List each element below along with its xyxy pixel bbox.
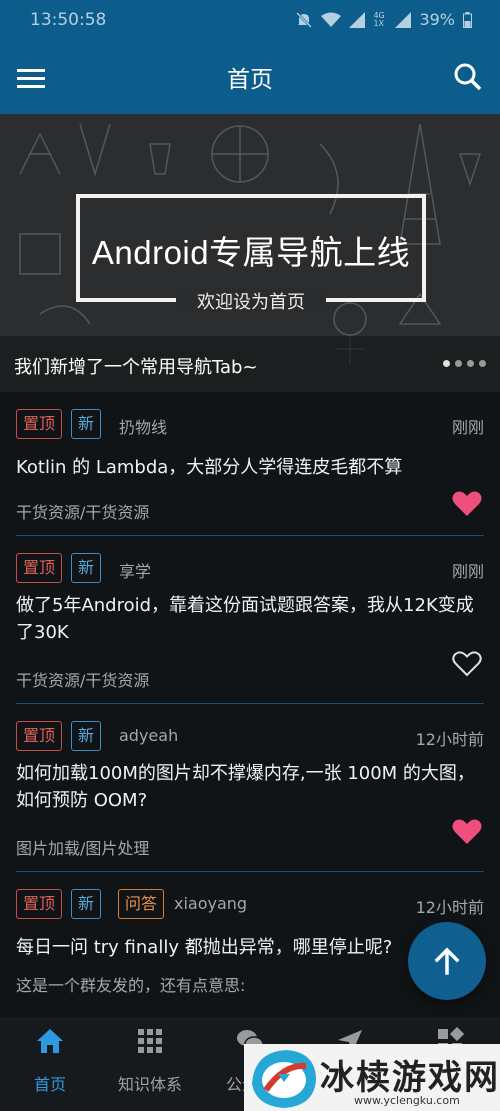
banner-subtitle: 欢迎设为首页: [176, 288, 326, 314]
status-time: 13:50:58: [30, 10, 107, 30]
tag-qa: 问答: [118, 889, 165, 919]
carousel-dot[interactable]: [467, 360, 474, 367]
arrow-up-icon: [434, 947, 460, 975]
home-icon: [37, 1029, 63, 1053]
carousel-dot[interactable]: [455, 360, 462, 367]
watermark-text: 冰椟游戏网: [320, 1058, 500, 1098]
carousel-dot[interactable]: [443, 360, 450, 367]
scroll-to-top-button[interactable]: [408, 922, 486, 1000]
wifi-icon: [321, 12, 342, 27]
article-author[interactable]: 享学: [119, 558, 151, 582]
signal-icon: [349, 11, 366, 28]
tag-pinned: 置顶: [16, 553, 63, 583]
heart-filled-icon[interactable]: [452, 818, 482, 846]
banner-caption: 我们新增了一个常用导航Tab~: [14, 357, 258, 378]
app-bar: 首页: [0, 42, 500, 114]
nav-label: 首页: [33, 1075, 66, 1094]
heart-filled-icon[interactable]: [452, 490, 482, 518]
search-icon: [454, 63, 482, 91]
banner-headline: Android专属导航上线: [91, 234, 411, 271]
article-title[interactable]: 做了5年Android，靠着这份面试题跟答案，我从12K变成了30K: [16, 592, 490, 646]
tag-new: 新: [71, 721, 102, 751]
battery-icon: [463, 11, 472, 28]
tag-new: 新: [71, 553, 102, 583]
nav-home[interactable]: 首页: [0, 1027, 100, 1097]
article-time: 12小时前: [415, 898, 484, 917]
status-icons: 4G 1X 39%: [295, 10, 472, 29]
tag-pinned: 置顶: [16, 889, 63, 919]
article-category[interactable]: 干货资源/干货资源: [16, 667, 149, 691]
signal-icon-2: [395, 11, 412, 28]
tag-new: 新: [71, 889, 102, 919]
article-time: 刚刚: [451, 562, 484, 581]
nav-knowledge[interactable]: 知识体系: [100, 1027, 200, 1097]
article-author[interactable]: adyeah: [119, 726, 178, 745]
article-item[interactable]: 置顶 新 adyeah 12小时前 如何加载100M的图片却不撑爆内存,一张 1…: [0, 704, 500, 872]
banner-carousel[interactable]: Android专属导航上线 欢迎设为首页 我们新增了一个常用导航Tab~: [0, 114, 500, 392]
page-title: 首页: [227, 67, 273, 93]
article-author[interactable]: 扔物线: [119, 414, 167, 438]
article-title[interactable]: 如何加载100M的图片却不撑爆内存,一张 100M 的大图，如何预防 OOM?: [16, 760, 490, 814]
tag-new: 新: [71, 409, 102, 439]
carousel-dot[interactable]: [479, 360, 486, 367]
article-item[interactable]: 置顶 新 扔物线 刚刚 Kotlin 的 Lambda，大部分人学得连皮毛都不算…: [0, 392, 500, 536]
banner-caption-bar: 我们新增了一个常用导航Tab~: [0, 336, 500, 392]
nav-label: 知识体系: [117, 1075, 182, 1094]
article-list: 置顶 新 扔物线 刚刚 Kotlin 的 Lambda，大部分人学得连皮毛都不算…: [0, 392, 500, 1017]
heart-outline-icon[interactable]: [452, 650, 482, 678]
article-author[interactable]: xiaoyang: [174, 894, 247, 913]
watermark-url: www.yclengku.com: [354, 1094, 460, 1107]
article-time: 12小时前: [415, 730, 484, 749]
article-item[interactable]: 置顶 新 享学 刚刚 做了5年Android，靠着这份面试题跟答案，我从12K变…: [0, 536, 500, 704]
article-category[interactable]: 干货资源/干货资源: [16, 499, 149, 523]
mute-icon: [296, 11, 313, 28]
tag-pinned: 置顶: [16, 721, 63, 751]
article-time: 刚刚: [451, 418, 484, 437]
network-label: 4G 1X: [373, 10, 385, 28]
search-button[interactable]: [450, 60, 486, 96]
battery-percent: 39%: [419, 10, 455, 29]
article-category[interactable]: 图片加载/图片处理: [16, 835, 149, 859]
grid-icon: [138, 1029, 162, 1053]
article-title[interactable]: Kotlin 的 Lambda，大部分人学得连皮毛都不算: [16, 454, 490, 481]
article-description: 这是一个群友发的，还有点意思:: [16, 976, 246, 995]
tag-pinned: 置顶: [16, 409, 63, 439]
site-watermark: 冰椟游戏网 www.yclengku.com: [244, 1044, 500, 1111]
status-bar: 13:50:58 4G 1X 39%: [0, 0, 500, 42]
carousel-indicator: [443, 360, 486, 367]
